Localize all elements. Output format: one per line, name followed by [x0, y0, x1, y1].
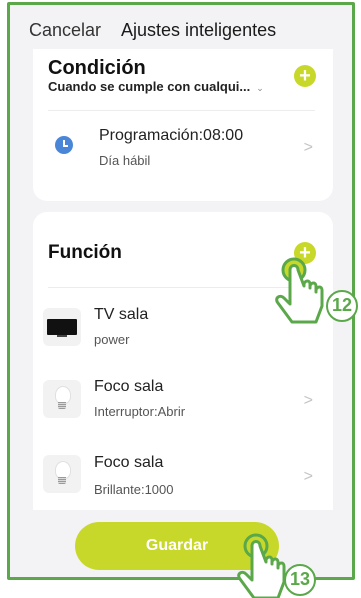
condition-match-selector[interactable]: Cuando se cumple con cualqui... ⌄: [48, 79, 264, 94]
schedule-title: Programación:08:00: [99, 127, 244, 144]
top-bar: Cancelar Ajustes inteligentes: [10, 5, 352, 49]
device-action: Interruptor:Abrir: [94, 404, 186, 419]
chevron-right-icon: >: [303, 468, 313, 485]
chevron-right-icon: >: [303, 392, 313, 409]
device-name: TV sala: [94, 306, 149, 323]
device-action: Brillante:1000: [94, 482, 174, 497]
clock-icon: [55, 136, 73, 154]
schedule-subtitle: Día hábil: [99, 153, 151, 168]
chevron-right-icon: >: [303, 139, 313, 156]
condition-title: Condición: [48, 57, 146, 79]
bulb-icon: [43, 380, 81, 418]
page-title: Ajustes inteligentes: [121, 20, 277, 40]
condition-card: Condición Cuando se cumple con cualqui..…: [33, 33, 333, 201]
device-name: Foco sala: [94, 454, 164, 471]
tv-icon: [43, 308, 81, 346]
device-action: power: [94, 332, 130, 347]
chevron-down-icon: ⌄: [256, 83, 264, 93]
cancel-button[interactable]: Cancelar: [29, 20, 101, 41]
device-name: Foco sala: [94, 378, 164, 395]
tap-hand-icon: [275, 257, 324, 324]
step-13-badge: 13: [284, 564, 316, 596]
divider: [48, 110, 315, 111]
condition-match-label: Cuando se cumple con cualqui...: [48, 79, 251, 94]
add-condition-button[interactable]: +: [294, 65, 316, 87]
function-title: Función: [48, 242, 122, 263]
bulb-icon: [43, 455, 81, 493]
step-12-badge: 12: [326, 290, 358, 322]
